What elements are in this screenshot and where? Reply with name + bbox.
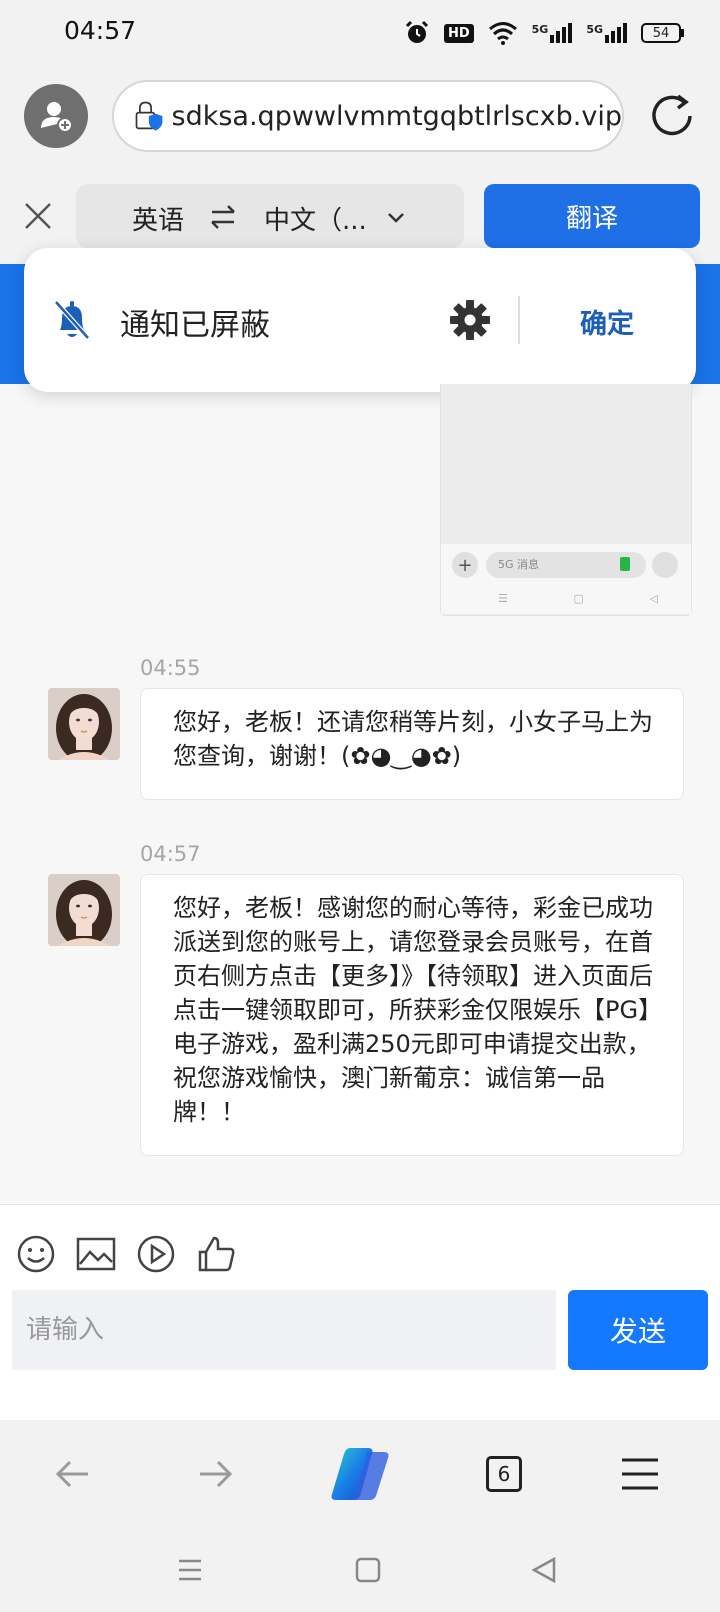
url-bar[interactable]: sdksa.qpwwlvmmtgqbtlrlscxb.vip bbox=[112, 80, 624, 152]
status-time: 04:57 bbox=[64, 16, 137, 45]
avatar[interactable] bbox=[48, 688, 120, 760]
signal-1: 5G bbox=[532, 23, 573, 43]
lock-shield-icon bbox=[135, 101, 163, 131]
confirm-button[interactable]: 确定 bbox=[580, 302, 634, 341]
battery-icon: 54 bbox=[641, 23, 684, 43]
gear-icon[interactable] bbox=[448, 298, 492, 342]
signal-2: 5G bbox=[586, 23, 627, 43]
notification-text: 通知已屏蔽 bbox=[120, 308, 270, 343]
alarm-icon bbox=[405, 20, 429, 43]
copilot-icon[interactable] bbox=[328, 1444, 392, 1504]
translate-button[interactable]: 翻译 bbox=[484, 184, 700, 248]
video-icon[interactable] bbox=[136, 1234, 176, 1274]
back-icon[interactable] bbox=[52, 1456, 92, 1492]
thumbnail-send-icon bbox=[652, 552, 678, 578]
send-button[interactable]: 发送 bbox=[568, 1290, 708, 1370]
url-text: sdksa.qpwwlvmmtgqbtlrlscxb.vip bbox=[171, 100, 622, 132]
close-icon[interactable] bbox=[18, 196, 58, 236]
message-bubble: 您好，老板！感谢您的耐心等待，彩金已成功派送到您的账号上，请您登录会员账号，在首… bbox=[140, 874, 684, 1156]
back-nav-icon[interactable] bbox=[530, 1556, 558, 1584]
message-time: 04:55 bbox=[140, 656, 201, 680]
wifi-icon bbox=[488, 22, 517, 45]
bell-off-icon bbox=[54, 300, 90, 340]
image-icon[interactable] bbox=[76, 1234, 116, 1274]
message-bubble: 您好，老板！还请您稍等片刻，小女子马上为您查询，谢谢！(✿◕‿◕✿) bbox=[140, 688, 684, 800]
thumbnail-nav: ☰ ▢ ◁ bbox=[498, 592, 658, 605]
tabs-button[interactable]: 6 bbox=[486, 1456, 522, 1492]
thumbnail-plus-icon: + bbox=[452, 552, 478, 578]
emoji-icon[interactable] bbox=[16, 1234, 56, 1274]
thumbnail-sim-icon bbox=[620, 557, 630, 571]
menu-icon[interactable] bbox=[618, 1456, 662, 1492]
swap-icon[interactable] bbox=[208, 202, 238, 232]
avatar[interactable] bbox=[48, 874, 120, 946]
divider bbox=[518, 296, 520, 344]
hd-badge: HD bbox=[443, 23, 474, 43]
reload-icon[interactable] bbox=[646, 90, 698, 142]
status-icons: HD 5G 5G 54 bbox=[404, 18, 684, 48]
user-add-icon bbox=[41, 102, 73, 133]
chevron-down-icon[interactable] bbox=[384, 206, 408, 230]
target-language[interactable]: 中文（... bbox=[264, 200, 367, 237]
message-input[interactable] bbox=[12, 1290, 556, 1370]
message-time: 04:57 bbox=[140, 842, 201, 866]
avatar-image bbox=[48, 874, 120, 946]
forward-icon[interactable] bbox=[196, 1456, 236, 1492]
home-icon[interactable] bbox=[354, 1556, 382, 1584]
recents-icon[interactable] bbox=[176, 1556, 204, 1584]
thumbs-up-icon[interactable] bbox=[196, 1234, 236, 1274]
source-language[interactable]: 英语 bbox=[132, 200, 184, 237]
avatar-image bbox=[48, 688, 120, 760]
profile-button[interactable] bbox=[24, 84, 88, 148]
